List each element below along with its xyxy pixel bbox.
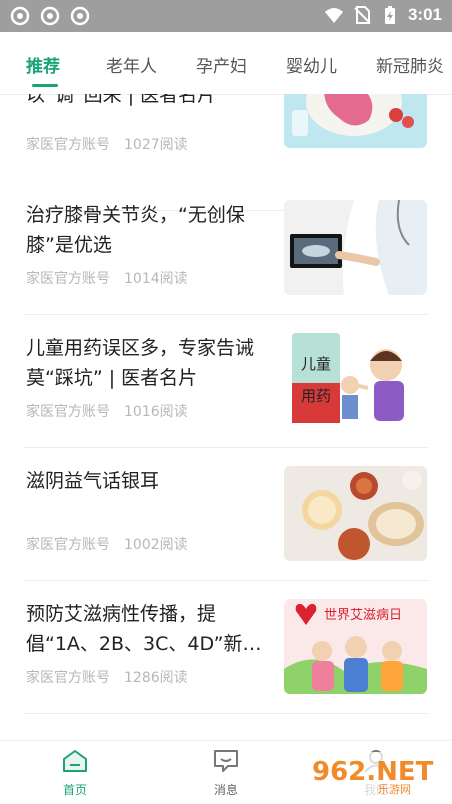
- clock: 3:01: [407, 5, 442, 24]
- message-icon: [214, 750, 238, 772]
- article-reads: 1002阅读: [124, 537, 188, 553]
- article-thumbnail: 儿童 用药: [284, 333, 427, 428]
- article-title: 儿童用药误区多，专家告诫莫“踩坑” | 医者名片: [26, 337, 255, 389]
- tab-elderly[interactable]: 老年人: [106, 52, 157, 77]
- home-icon: [63, 750, 87, 772]
- article-title: 以“调”回来 | 医者名片: [26, 94, 217, 106]
- article-reads: 1016阅读: [124, 404, 188, 420]
- article-source: 家医官方账号: [26, 137, 110, 153]
- status-bar: 3:01: [0, 0, 452, 32]
- nav-home-label: 首页: [62, 783, 87, 797]
- article-thumbnail: [284, 94, 427, 148]
- article-title: 滋阴益气话银耳: [26, 470, 160, 492]
- list-item[interactable]: 治疗膝骨关节炎，“无创保膝”是优选 家医官方账号 1014阅读: [0, 182, 452, 315]
- divider: [24, 713, 428, 714]
- site-watermark: 962.NET 乐游网: [306, 748, 446, 798]
- article-thumbnail: [284, 200, 427, 295]
- article-reads: 1014阅读: [124, 271, 188, 287]
- tab-maternal[interactable]: 孕产妇: [196, 52, 247, 77]
- nav-home[interactable]: 首页: [45, 749, 105, 798]
- notification-app-icon: [70, 6, 90, 26]
- article-source: 家医官方账号: [26, 404, 110, 420]
- list-item[interactable]: 预防艾滋病性传播，提倡“1A、2B、3C、4D”新… 家医官方账号 1286阅读…: [0, 581, 452, 714]
- list-item[interactable]: 滋阴益气话银耳 家医官方账号 1002阅读: [0, 448, 452, 581]
- active-tab-indicator: [32, 84, 58, 87]
- article-reads: 1027阅读: [124, 137, 188, 153]
- category-tabs: 推荐 老年人 孕产妇 婴幼儿 新冠肺炎: [0, 32, 452, 95]
- watermark-subtext: 乐游网: [378, 783, 411, 796]
- svg-text:儿童: 儿童: [301, 355, 331, 373]
- notification-app-icon: [10, 6, 30, 26]
- article-title: 治疗膝骨关节炎，“无创保膝”是优选: [26, 204, 245, 256]
- list-item[interactable]: 儿童用药误区多，专家告诫莫“踩坑” | 医者名片 家医官方账号 1016阅读 儿…: [0, 315, 452, 448]
- nav-messages-label: 消息: [213, 783, 238, 797]
- watermark-logo: 962.NET: [312, 757, 434, 787]
- thumb-caption: 世界艾滋病日: [324, 608, 402, 623]
- article-thumbnail: [284, 466, 427, 561]
- svg-text:用药: 用药: [301, 387, 331, 405]
- article-title: 预防艾滋病性传播，提倡“1A、2B、3C、4D”新…: [26, 603, 262, 655]
- nav-messages[interactable]: 消息: [196, 749, 256, 798]
- article-meta: 家医官方账号 1286阅读: [26, 667, 188, 687]
- article-feed[interactable]: 以“调”回来 | 医者名片 家医官方账号 1027阅读 治疗膝骨关节炎，“无创保…: [0, 94, 452, 740]
- battery-charging-icon: [384, 6, 395, 24]
- tab-infant[interactable]: 婴幼儿: [286, 52, 337, 77]
- article-meta: 家医官方账号 1027阅读: [26, 134, 188, 154]
- article-thumbnail: 世界艾滋病日: [284, 599, 427, 694]
- wifi-icon: [324, 8, 343, 23]
- no-sim-icon: [354, 6, 371, 24]
- article-source: 家医官方账号: [26, 670, 110, 686]
- article-source: 家医官方账号: [26, 537, 110, 553]
- article-meta: 家医官方账号 1002阅读: [26, 534, 188, 554]
- tab-covid[interactable]: 新冠肺炎: [376, 52, 444, 77]
- article-meta: 家医官方账号 1014阅读: [26, 268, 188, 288]
- tab-recommended[interactable]: 推荐: [26, 52, 60, 77]
- article-meta: 家医官方账号 1016阅读: [26, 401, 188, 421]
- article-reads: 1286阅读: [124, 670, 188, 686]
- article-source: 家医官方账号: [26, 271, 110, 287]
- notification-app-icon: [40, 6, 60, 26]
